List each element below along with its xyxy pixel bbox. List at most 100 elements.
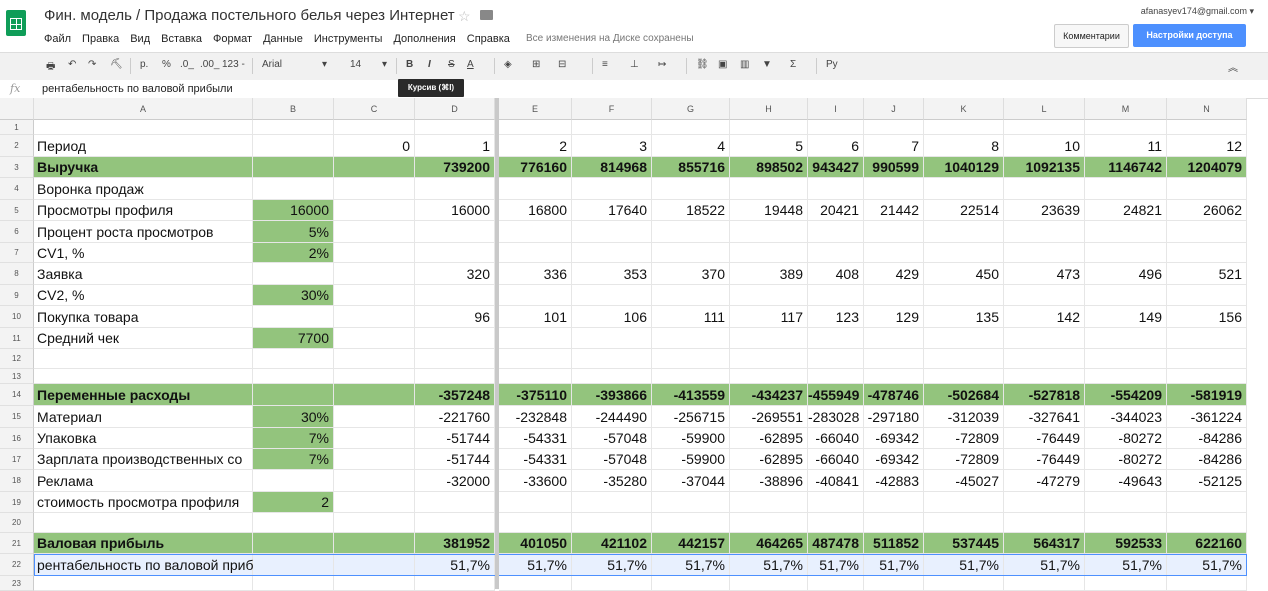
share-button[interactable]: Настройки доступа	[1133, 24, 1246, 47]
value-cell[interactable]: 421102	[572, 533, 652, 554]
value-cell[interactable]	[415, 285, 495, 306]
row-header[interactable]: 11	[0, 328, 34, 349]
redo-icon[interactable]: ↷	[88, 59, 96, 70]
value-cell[interactable]	[1085, 349, 1167, 369]
print-icon[interactable]: 🖶	[46, 59, 55, 76]
value-cell[interactable]: 23639	[1004, 200, 1085, 221]
value-cell[interactable]	[253, 470, 334, 492]
value-cell[interactable]: -51744	[415, 428, 495, 449]
value-cell[interactable]: -84286	[1167, 428, 1247, 449]
value-cell[interactable]: 149	[1085, 306, 1167, 328]
document-title[interactable]: Фин. модель / Продажа постельного белья …	[44, 7, 455, 24]
column-header[interactable]: F	[572, 98, 652, 120]
value-cell[interactable]: 17640	[572, 200, 652, 221]
value-cell[interactable]	[1004, 513, 1085, 533]
value-cell[interactable]	[730, 120, 808, 135]
value-cell[interactable]	[499, 328, 572, 349]
value-cell[interactable]	[1085, 178, 1167, 200]
value-cell[interactable]	[253, 306, 334, 328]
value-cell[interactable]	[253, 533, 334, 554]
row-label-cell[interactable]	[34, 349, 253, 369]
value-cell[interactable]	[415, 221, 495, 243]
value-cell[interactable]: 429	[864, 263, 924, 285]
value-cell[interactable]	[924, 369, 1004, 384]
value-cell[interactable]: 96	[415, 306, 495, 328]
menu-item[interactable]: Инструменты	[314, 33, 383, 45]
value-cell[interactable]: -221760	[415, 406, 495, 428]
value-cell[interactable]	[730, 328, 808, 349]
row-header[interactable]: 12	[0, 349, 34, 369]
value-cell[interactable]	[730, 349, 808, 369]
column-header[interactable]: A	[34, 98, 253, 120]
value-cell[interactable]: 0	[334, 135, 415, 157]
value-cell[interactable]: 51,7%	[652, 554, 730, 576]
bold-button[interactable]: B	[406, 59, 413, 70]
value-cell[interactable]	[1085, 221, 1167, 243]
value-cell[interactable]	[253, 513, 334, 533]
value-cell[interactable]: -35280	[572, 470, 652, 492]
value-cell[interactable]: 1	[415, 135, 495, 157]
row-header[interactable]: 21	[0, 533, 34, 554]
insert-comment-icon[interactable]: ▣	[718, 59, 727, 70]
input-tools-button[interactable]: Ру	[826, 59, 838, 70]
value-cell[interactable]	[808, 349, 864, 369]
value-cell[interactable]: 51,7%	[1085, 554, 1167, 576]
percent-format-button[interactable]: %	[162, 59, 171, 70]
value-cell[interactable]	[334, 243, 415, 263]
row-label-cell[interactable]: Процент роста просмотров	[34, 221, 253, 243]
value-cell[interactable]	[334, 513, 415, 533]
formula-input[interactable]: рентабельность по валовой прибыли	[42, 83, 233, 95]
value-cell[interactable]	[924, 349, 1004, 369]
value-cell[interactable]	[572, 328, 652, 349]
font-size-chevron-icon[interactable]: ▾	[382, 59, 387, 70]
value-cell[interactable]	[572, 513, 652, 533]
comments-button[interactable]: Комментарии	[1054, 24, 1129, 48]
row-label-cell[interactable]: рентабельность по валовой прибыли	[34, 554, 280, 576]
value-cell[interactable]: -54331	[499, 428, 572, 449]
value-cell[interactable]: -554209	[1085, 384, 1167, 406]
value-cell[interactable]: -62895	[730, 428, 808, 449]
value-cell[interactable]	[334, 285, 415, 306]
value-cell[interactable]	[415, 369, 495, 384]
value-cell[interactable]	[253, 263, 334, 285]
row-header[interactable]: 20	[0, 513, 34, 533]
value-cell[interactable]	[652, 328, 730, 349]
strikethrough-button[interactable]: S	[448, 59, 455, 70]
value-cell[interactable]: 51,7%	[1004, 554, 1085, 576]
value-cell[interactable]: 16000	[253, 200, 334, 221]
value-cell[interactable]: -312039	[924, 406, 1004, 428]
vertical-align-icon[interactable]: ⊥	[630, 59, 639, 70]
value-cell[interactable]: 2%	[253, 243, 334, 263]
value-cell[interactable]	[572, 120, 652, 135]
value-cell[interactable]: 564317	[1004, 533, 1085, 554]
insert-link-icon[interactable]: ⛓	[696, 59, 709, 70]
value-cell[interactable]	[334, 306, 415, 328]
value-cell[interactable]: 21442	[864, 200, 924, 221]
row-label-cell[interactable]: CV1, %	[34, 243, 253, 263]
value-cell[interactable]: 7%	[253, 428, 334, 449]
value-cell[interactable]: -357248	[415, 384, 495, 406]
value-cell[interactable]: -527818	[1004, 384, 1085, 406]
row-label-cell[interactable]: Упаковка	[34, 428, 253, 449]
value-cell[interactable]: 4	[652, 135, 730, 157]
value-cell[interactable]: -59900	[652, 449, 730, 470]
value-cell[interactable]: -62895	[730, 449, 808, 470]
column-header[interactable]: G	[652, 98, 730, 120]
value-cell[interactable]	[864, 120, 924, 135]
value-cell[interactable]: -52125	[1167, 470, 1247, 492]
row-label-cell[interactable]: Просмотры профиля	[34, 200, 253, 221]
value-cell[interactable]: -51744	[415, 449, 495, 470]
value-cell[interactable]: -76449	[1004, 428, 1085, 449]
value-cell[interactable]	[808, 285, 864, 306]
value-cell[interactable]: -84286	[1167, 449, 1247, 470]
value-cell[interactable]: 51,7%	[864, 554, 924, 576]
italic-button[interactable]: I	[428, 59, 431, 70]
value-cell[interactable]	[808, 369, 864, 384]
value-cell[interactable]	[1004, 492, 1085, 513]
fill-color-icon[interactable]: ◈	[504, 59, 512, 70]
currency-format-button[interactable]: р.	[140, 59, 148, 70]
value-cell[interactable]	[864, 492, 924, 513]
value-cell[interactable]	[334, 470, 415, 492]
value-cell[interactable]	[652, 492, 730, 513]
row-label-cell[interactable]	[34, 513, 253, 533]
